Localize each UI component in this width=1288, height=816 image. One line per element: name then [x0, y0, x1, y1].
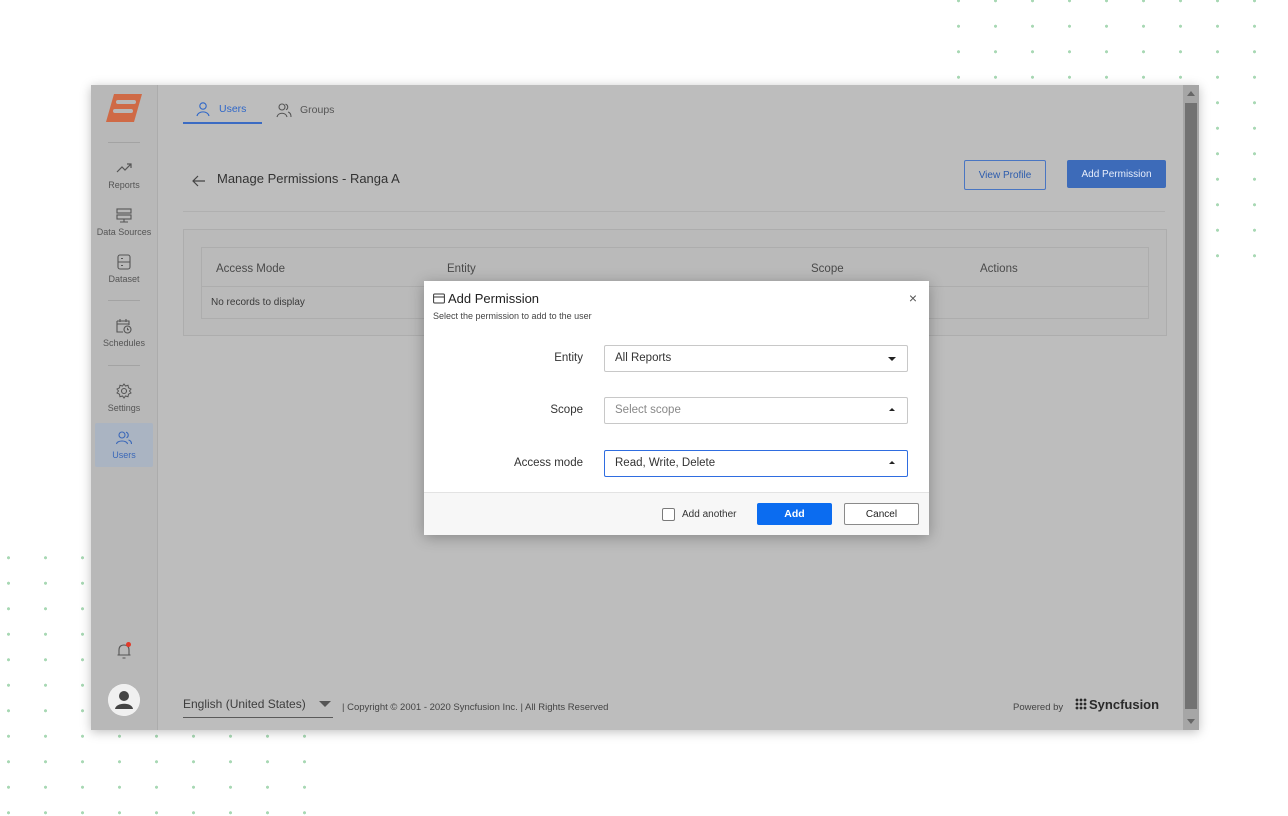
- column-header-scope[interactable]: Scope: [811, 263, 844, 275]
- user-icon: [196, 101, 210, 116]
- sidebar-item-label: Data Sources: [96, 227, 152, 237]
- scrollbar-thumb[interactable]: [1185, 103, 1197, 709]
- sidebar-item-reports[interactable]: Reports: [95, 153, 153, 197]
- avatar[interactable]: [108, 684, 140, 716]
- brand-name: Syncfusion: [1089, 697, 1160, 712]
- chevron-down-icon: [319, 701, 331, 707]
- users-icon: [115, 431, 133, 445]
- sidebar-item-label: Reports: [108, 180, 140, 190]
- add-permission-dialog: Add Permission Select the permission to …: [424, 281, 929, 535]
- sidebar-item-dataset[interactable]: Dataset: [95, 247, 153, 291]
- column-header-actions: Actions: [980, 263, 1018, 275]
- powered-by-text: Powered by: [1013, 702, 1064, 713]
- dialog-footer: Add another Add Cancel: [424, 492, 929, 535]
- dialog-title: Add Permission: [448, 291, 540, 306]
- view-profile-button[interactable]: View Profile: [964, 160, 1046, 190]
- sidebar-item-label: Users: [112, 450, 136, 460]
- back-arrow-icon[interactable]: [191, 173, 207, 189]
- sidebar-divider: [108, 142, 140, 143]
- cancel-button[interactable]: Cancel: [844, 503, 919, 525]
- scope-dropdown[interactable]: Select scope: [604, 397, 908, 424]
- calendar-clock-icon: [116, 319, 132, 334]
- scope-label: Scope: [550, 404, 583, 416]
- sidebar-divider: [108, 300, 140, 301]
- scroll-up-arrow-icon[interactable]: [1187, 91, 1195, 96]
- column-header-access-mode[interactable]: Access Mode: [216, 263, 285, 275]
- sidebar-item-settings[interactable]: Settings: [95, 376, 153, 420]
- sidebar-item-users[interactable]: Users: [95, 423, 153, 467]
- gear-icon: [116, 383, 132, 399]
- page-title: Manage Permissions - Ranga A: [217, 171, 400, 186]
- add-another-label[interactable]: Add another: [682, 509, 737, 520]
- syncfusion-mark-icon: [1075, 698, 1087, 710]
- sidebar: Reports Data Sources Dataset Schedules S…: [91, 85, 158, 730]
- notification-bell-icon[interactable]: [116, 641, 132, 661]
- scroll-down-arrow-icon[interactable]: [1187, 719, 1195, 724]
- trend-line-icon: [116, 163, 132, 173]
- access-mode-value: Read, Write, Delete: [615, 457, 716, 469]
- sidebar-item-label: Dataset: [108, 274, 140, 284]
- tab-label: Users: [219, 102, 247, 115]
- sidebar-item-label: Schedules: [102, 338, 146, 348]
- access-mode-dropdown[interactable]: Read, Write, Delete: [604, 450, 908, 477]
- chevron-down-icon: [888, 357, 896, 361]
- user-avatar-icon: [108, 684, 140, 716]
- chevron-up-icon: [889, 408, 895, 411]
- chevron-up-icon: [889, 461, 895, 464]
- language-value: English (United States): [183, 697, 306, 711]
- entity-label: Entity: [554, 352, 583, 364]
- column-header-entity[interactable]: Entity: [447, 263, 476, 275]
- entity-dropdown[interactable]: All Reports: [604, 345, 908, 372]
- syncfusion-logo[interactable]: Syncfusion: [1075, 697, 1159, 712]
- tab-label: Groups: [300, 104, 335, 116]
- tab-groups[interactable]: Groups: [276, 95, 334, 125]
- sidebar-item-schedules[interactable]: Schedules: [95, 311, 153, 355]
- sidebar-divider: [108, 365, 140, 366]
- access-mode-label: Access mode: [513, 457, 583, 469]
- scope-placeholder: Select scope: [615, 404, 681, 416]
- brand-logo-icon[interactable]: [104, 91, 144, 125]
- language-dropdown[interactable]: English (United States): [183, 697, 333, 718]
- dataset-icon: [117, 254, 131, 270]
- vertical-scrollbar[interactable]: [1183, 85, 1199, 730]
- folder-icon: [433, 293, 445, 304]
- copyright-text: | Copyright © 2001 - 2020 Syncfusion Inc…: [342, 702, 609, 713]
- add-permission-button[interactable]: Add Permission: [1067, 160, 1166, 188]
- close-icon[interactable]: ×: [906, 290, 920, 306]
- tab-users[interactable]: Users: [183, 95, 262, 124]
- empty-grid-message: No records to display: [211, 297, 305, 308]
- entity-value: All Reports: [615, 352, 672, 364]
- add-another-checkbox[interactable]: [662, 508, 675, 521]
- header-divider: [183, 211, 1165, 212]
- group-icon: [276, 103, 292, 118]
- dialog-subtitle: Select the permission to add to the user: [433, 311, 592, 321]
- sidebar-item-label: Settings: [107, 403, 141, 413]
- sidebar-item-data-sources[interactable]: Data Sources: [95, 200, 153, 244]
- data-source-icon: [116, 208, 132, 223]
- add-button[interactable]: Add: [757, 503, 832, 525]
